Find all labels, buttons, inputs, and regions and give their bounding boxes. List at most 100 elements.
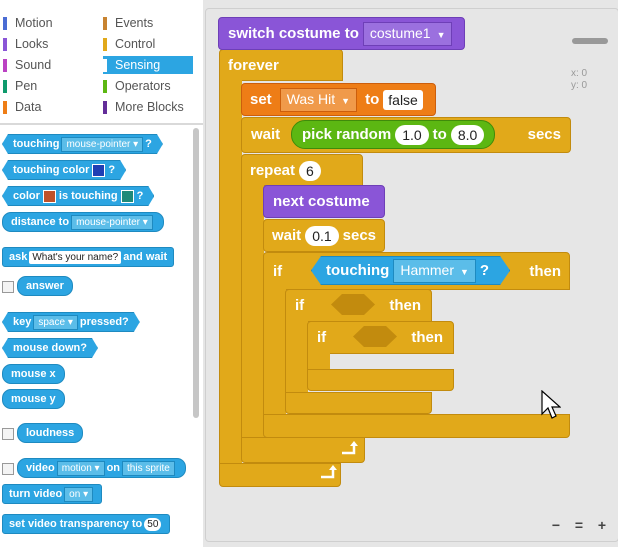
color-swatch[interactable] [92,164,105,177]
palette-mouse-x-block[interactable]: mouse x [2,364,65,384]
palette-ask-block[interactable]: ask What's your name? and wait [2,247,175,267]
category-more-blocks[interactable]: More Blocks [103,98,193,116]
category-control[interactable]: Control [103,35,193,53]
palette-touching-color-block[interactable]: touching color? [2,160,126,180]
palette-loudness-block[interactable]: loudness [17,423,84,443]
category-swatch [103,101,107,114]
key-menu[interactable]: space ▾ [33,315,78,330]
block-label: loudness [26,427,75,439]
palette-answer-block[interactable]: answer [17,276,73,296]
block-label: ask [9,251,28,263]
block-label: on [106,462,121,474]
sprite-x: x: 0 [571,68,588,79]
repeat-block[interactable]: repeat 6 [241,154,363,186]
category-operators[interactable]: Operators [103,77,193,95]
palette-distance-block[interactable]: distance to mouse-pointer ▾ [2,212,164,232]
set-value-input[interactable]: false [383,90,423,111]
block-label: ? [479,262,490,279]
palette-video-block[interactable]: video motion ▾ on this sprite [17,458,186,478]
ask-input[interactable]: What's your name? [29,250,122,264]
dropdown-arrow-icon: ▼ [436,30,446,41]
zoom-out-icon[interactable]: − [546,515,566,535]
forever-block[interactable]: forever [219,49,343,81]
color-swatch[interactable] [121,190,134,203]
block-label: forever [228,57,279,74]
category-swatch [3,101,7,114]
dropdown-arrow-icon: ▼ [341,96,351,107]
category-swatch [103,80,107,93]
wait-block[interactable]: wait 0.1 secs [263,219,386,252]
palette-color-touching-block[interactable]: color is touching? [2,186,154,206]
forever-wall [219,79,242,465]
menu-value: motion [61,462,92,474]
block-label: ? [136,190,144,202]
block-label: touching [13,138,60,150]
block-label: to [432,126,447,143]
turn-video-menu[interactable]: on ▾ [64,486,94,502]
category-swatch [103,17,107,30]
palette-key-pressed-block[interactable]: key space ▾ pressed? [2,312,140,332]
block-label: touching [326,262,390,279]
touching-condition[interactable]: touching Hammer ▼? [311,256,510,285]
palette-mouse-y-block[interactable]: mouse y [2,389,65,409]
palette-mouse-down-block[interactable]: mouse down? [2,338,98,358]
category-sensing[interactable]: Sensing [103,56,193,74]
palette-touching-block[interactable]: touching mouse-pointer ▾? [2,134,163,154]
block-label: set video transparency to [9,518,143,530]
costume-menu[interactable]: costume1 ▼ [362,22,453,47]
if-outer-wall [285,319,308,394]
zoom-in-icon[interactable]: + [592,515,612,535]
palette-scrollbar[interactable] [193,128,199,418]
block-label: if [273,263,283,280]
touching-target-menu[interactable]: Hammer ▼ [393,259,476,283]
transparency-input[interactable]: 50 [144,517,162,531]
block-label: ? [108,164,116,176]
pick-random-block[interactable]: pick random 1.0 to 8.0 [291,120,496,149]
block-label: secs [342,227,377,244]
block-label: answer [26,280,64,292]
loudness-checkbox[interactable] [2,428,14,440]
distance-menu[interactable]: mouse-pointer ▾ [71,214,153,230]
variable-menu[interactable]: Was Hit ▼ [279,88,358,113]
palette-set-video-block[interactable]: set video transparency to 50 [2,514,171,534]
category-looks[interactable]: Looks [3,35,99,53]
category-sound[interactable]: Sound [3,56,99,74]
block-label: switch costume to [228,25,359,42]
block-label: ? [145,138,152,150]
menu-value: Hammer [400,262,454,279]
menu-value: space [38,316,66,328]
color-swatch[interactable] [43,190,56,203]
random-to-input[interactable]: 8.0 [450,125,485,146]
random-from-input[interactable]: 1.0 [395,125,429,146]
forever-loop-arrow-icon [321,465,337,479]
zoom-reset-icon[interactable]: = [569,515,589,535]
touching-menu[interactable]: mouse-pointer ▾ [61,137,143,152]
video-checkbox[interactable] [2,463,14,475]
block-label: is touching [58,190,118,202]
category-events[interactable]: Events [103,14,193,32]
menu-value: costume1 [369,25,431,42]
category-pen[interactable]: Pen [3,77,99,95]
category-data[interactable]: Data [3,98,99,116]
category-swatch [3,59,7,72]
menu-value: Was Hit [286,91,336,108]
answer-checkbox[interactable] [2,281,14,293]
video-target-menu[interactable]: this sprite [122,460,175,476]
sprite-handle-icon [572,38,608,44]
repeat-count-input[interactable]: 6 [299,161,321,182]
set-variable-block[interactable]: set Was Hit ▼ to false [241,83,436,116]
block-label: mouse x [11,368,56,380]
block-label: if [317,329,327,346]
block-label: wait [272,227,302,244]
block-label: color [13,190,40,202]
block-label: key [13,316,32,328]
video-attr-menu[interactable]: motion ▾ [56,460,105,476]
next-costume-block[interactable]: next costume [263,185,385,218]
category-motion[interactable]: Motion [3,14,99,32]
sprite-position: x: 0 y: 0 [571,68,587,92]
menu-value: on [69,488,81,500]
block-label: pressed? [79,316,129,328]
palette-turn-video-block[interactable]: turn video on ▾ [2,484,103,504]
wait-seconds-input[interactable]: 0.1 [305,226,339,247]
switch-costume-block[interactable]: switch costume to costume1 ▼ [218,17,466,50]
